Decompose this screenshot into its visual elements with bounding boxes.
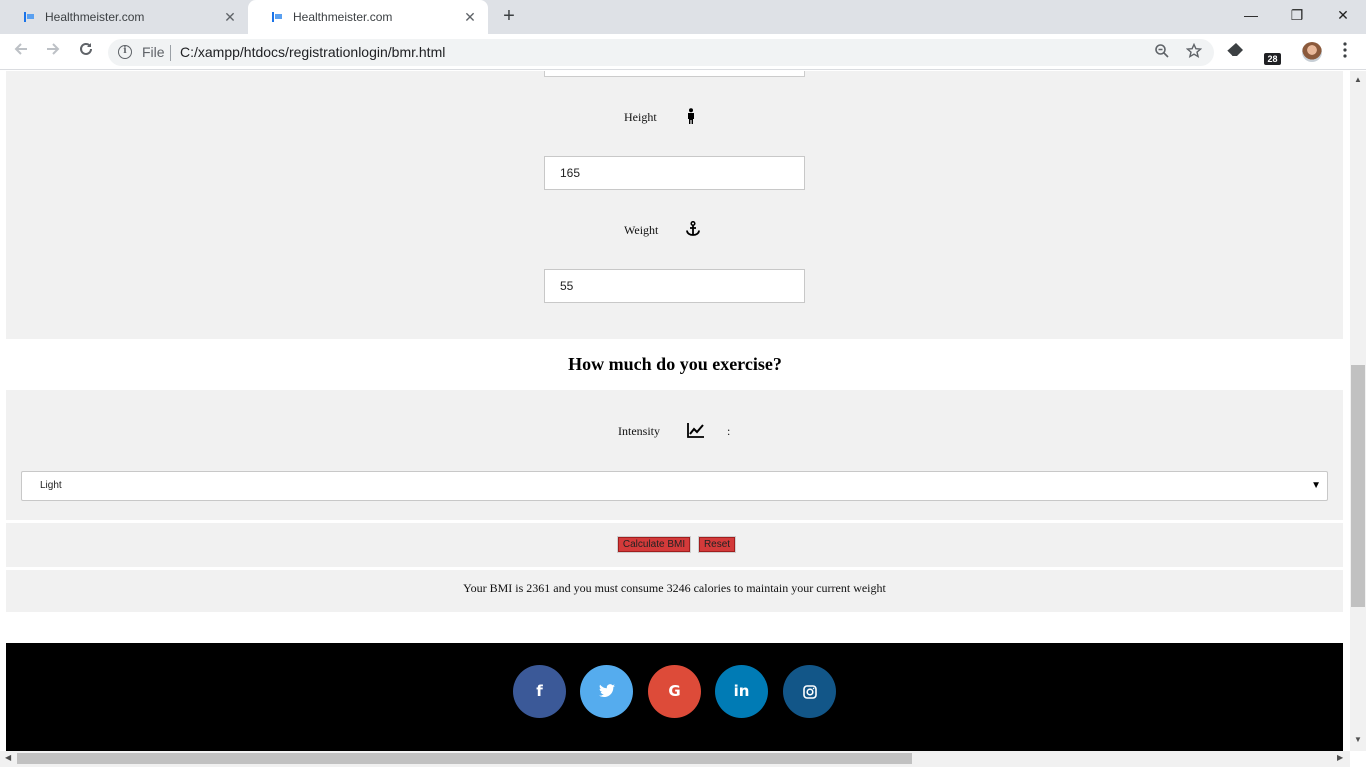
male-figure-icon — [685, 108, 697, 128]
scroll-left-arrow-icon[interactable]: ◀ — [5, 753, 11, 762]
zoom-out-icon[interactable] — [1152, 43, 1172, 63]
calculate-bmi-button[interactable]: Calculate BMI — [617, 536, 691, 553]
anchor-icon — [685, 220, 701, 241]
address-bar[interactable]: i File C:/xampp/htdocs/registrationlogin… — [108, 39, 1214, 66]
trending-up-chart-icon — [687, 422, 705, 442]
chevron-down-icon: ▼ — [1311, 480, 1321, 491]
intensity-label: Intensity — [618, 424, 660, 438]
weight-label: Weight — [624, 223, 659, 237]
minimize-button[interactable]: — — [1228, 0, 1274, 30]
site-favicon-icon — [272, 12, 284, 22]
height-input[interactable]: 165 — [544, 156, 805, 190]
profile-avatar[interactable] — [1302, 42, 1322, 62]
url-text[interactable]: C:/xampp/htdocs/registrationlogin/bmr.ht… — [180, 44, 445, 60]
linkedin-icon[interactable]: in — [715, 665, 768, 718]
tab-close-icon[interactable]: ✕ — [222, 9, 238, 25]
new-tab-button[interactable]: + — [498, 6, 520, 28]
intensity-select[interactable]: Light ▼ — [21, 471, 1328, 501]
kebab-menu-icon[interactable] — [1334, 42, 1356, 64]
browser-tab-2[interactable]: Healthmeister.com ✕ — [248, 0, 488, 34]
result-text: Your BMI is 2361 and you must consume 32… — [463, 581, 886, 595]
reset-button[interactable]: Reset — [698, 536, 736, 553]
exercise-heading: How much do you exercise? — [568, 354, 782, 374]
restore-button[interactable]: ❐ — [1274, 0, 1320, 30]
site-info-icon[interactable]: i — [118, 45, 132, 59]
tab-strip: Healthmeister.com ✕ Healthmeister.com ✕ … — [0, 0, 1366, 34]
tab-title: Healthmeister.com — [293, 10, 393, 24]
forward-arrow-icon[interactable] — [42, 41, 64, 63]
reload-icon[interactable] — [75, 41, 97, 63]
height-label: Height — [624, 110, 657, 124]
page-viewport: Height 165 Weight 55 How much do you exe… — [0, 71, 1350, 751]
intensity-selected-value: Light — [40, 480, 62, 491]
instagram-icon[interactable] — [783, 665, 836, 718]
tab-title: Healthmeister.com — [45, 10, 145, 24]
footer: f G in — [6, 643, 1343, 751]
vertical-scrollbar-thumb[interactable] — [1351, 365, 1365, 607]
window-close-button[interactable]: ✕ — [1320, 0, 1366, 30]
scroll-right-arrow-icon[interactable]: ▶ — [1337, 753, 1343, 762]
star-icon[interactable] — [1184, 42, 1204, 63]
browser-tab-1[interactable]: Healthmeister.com ✕ — [0, 0, 248, 34]
twitter-icon[interactable] — [580, 665, 633, 718]
scroll-up-arrow-icon[interactable]: ▲ — [1354, 75, 1362, 84]
tab-close-icon[interactable]: ✕ — [462, 9, 478, 25]
scheme-label: File — [142, 44, 165, 60]
browser-toolbar: i File C:/xampp/htdocs/registrationlogin… — [0, 34, 1366, 70]
weight-input[interactable]: 55 — [544, 269, 805, 303]
intensity-colon: : — [727, 424, 731, 438]
site-favicon-icon — [24, 12, 36, 22]
eraser-extension-icon[interactable] — [1224, 42, 1246, 64]
previous-input-field[interactable] — [544, 71, 805, 77]
google-icon[interactable]: G — [648, 665, 701, 718]
horizontal-scrollbar-thumb[interactable] — [17, 753, 912, 764]
facebook-icon[interactable]: f — [513, 665, 566, 718]
extension-badge[interactable]: 28 — [1264, 53, 1281, 65]
omnibox-divider — [170, 45, 171, 61]
back-arrow-icon[interactable] — [10, 41, 32, 63]
scroll-down-arrow-icon[interactable]: ▼ — [1354, 735, 1362, 744]
